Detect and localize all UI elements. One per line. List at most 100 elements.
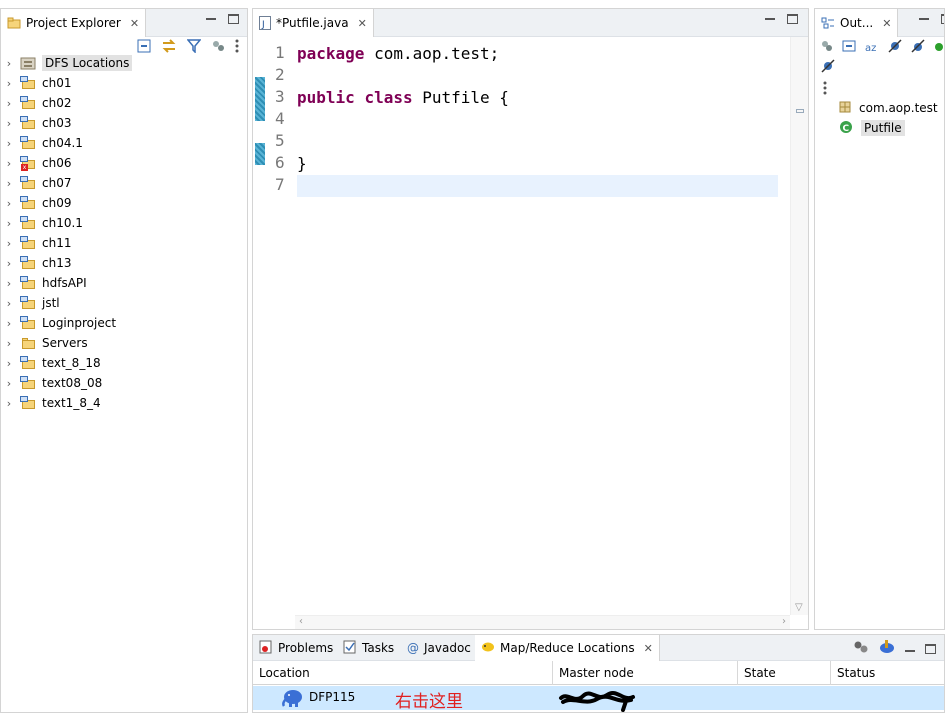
expand-chevron-icon[interactable]: › [4,317,14,330]
maximize-icon[interactable] [228,14,239,24]
column-master-node[interactable]: Master node [553,661,738,685]
expand-chevron-icon[interactable]: › [4,357,14,370]
expand-chevron-icon[interactable]: › [4,237,14,250]
maximize-icon[interactable] [941,14,944,24]
minimize-icon[interactable] [206,10,216,20]
sort-icon[interactable]: az [865,39,879,56]
tree-item[interactable]: › text08_08 [1,373,247,393]
tab-label: Javadoc [424,641,471,655]
scroll-right-icon[interactable]: › [782,616,786,627]
code-line[interactable]: package com.aop.test; [297,43,778,65]
expand-chevron-icon[interactable]: › [4,77,14,90]
explorer-window-buttons [206,14,239,24]
expand-chevron-icon[interactable]: › [4,257,14,270]
minimize-icon[interactable] [919,10,929,20]
tree-item[interactable]: › Loginproject [1,313,247,333]
tree-item[interactable]: › ch10.1 [1,213,247,233]
maximize-icon[interactable] [925,643,936,654]
collapse-all-icon[interactable] [842,40,856,55]
column-location[interactable]: Location [253,661,553,685]
close-icon[interactable]: ✕ [130,17,139,30]
expand-chevron-icon[interactable]: › [4,97,14,110]
tab-problems[interactable]: Problems [253,635,339,661]
locations-table-header: Location Master node State Status [253,661,944,685]
expand-chevron-icon[interactable]: › [4,217,14,230]
expand-chevron-icon[interactable]: › [4,377,14,390]
hide-non-public-icon[interactable] [821,59,835,76]
expand-chevron-icon[interactable]: › [4,57,14,70]
close-icon[interactable]: ✕ [358,17,367,30]
explorer-tabbar: Project Explorer ✕ [1,9,247,37]
code-line[interactable] [297,65,778,87]
close-icon[interactable]: ✕ [882,17,891,30]
expand-chevron-icon[interactable]: › [4,157,14,170]
tree-item[interactable]: › ch11 [1,233,247,253]
tree-item[interactable]: › DFS Locations [1,53,247,73]
new-location-icon[interactable] [853,640,869,657]
column-status[interactable]: Status [831,661,944,685]
view-menu-icon[interactable] [823,81,827,98]
java-editor: J *Putfile.java ✕ 1 2 3 4 5 6 7 package com.ao… [252,8,809,630]
expand-chevron-icon[interactable]: › [4,277,14,290]
expand-chevron-icon[interactable]: › [4,117,14,130]
minimize-icon[interactable] [765,10,775,20]
code-line[interactable] [297,131,778,153]
tree-item[interactable]: › jstl [1,293,247,313]
scroll-down-icon[interactable]: ▽ [795,602,803,613]
code-line[interactable]: } [297,153,778,175]
tree-item[interactable]: › ch13 [1,253,247,273]
outline-item-class[interactable]: C Putfile [839,118,905,138]
hadoop-elephant-icon [281,689,303,710]
public-members-icon[interactable] [934,41,944,55]
project-icon [20,136,36,150]
tree-item[interactable]: › ch07 [1,173,247,193]
tab-tasks[interactable]: Tasks [337,635,400,661]
tree-item[interactable]: › ch02 [1,93,247,113]
scroll-left-icon[interactable]: ‹ [299,616,303,627]
project-icon [20,276,36,290]
tree-item[interactable]: › ch04.1 [1,133,247,153]
tab-putfile-java[interactable]: J *Putfile.java ✕ [253,9,374,37]
tab-project-explorer[interactable]: Project Explorer ✕ [1,9,147,37]
maximize-icon[interactable] [787,14,798,24]
minimize-icon[interactable] [905,642,915,652]
tab-javadoc[interactable]: @ Javadoc [401,635,477,661]
horizontal-scrollbar[interactable]: ‹ › [295,615,790,629]
code-line[interactable] [297,175,778,197]
tree-item[interactable]: › ch09 [1,193,247,213]
expand-chevron-icon[interactable]: › [4,337,14,350]
expand-chevron-icon[interactable]: › [4,137,14,150]
vertical-scrollbar[interactable]: ▽ [790,37,808,615]
tree-item[interactable]: › ch01 [1,73,247,93]
outline-item-package[interactable]: com.aop.test [839,98,938,118]
expand-chevron-icon[interactable]: › [4,177,14,190]
tree-item[interactable]: › hdfsAPI [1,273,247,293]
tree-item[interactable]: › text_8_18 [1,353,247,373]
tab-label: Map/Reduce Locations [500,641,635,655]
table-row[interactable]: DFP115 右击这里 [253,686,944,712]
tree-item[interactable]: › ch03 [1,113,247,133]
tab-outline[interactable]: Out... ✕ [815,9,899,37]
code-line[interactable]: public class Putfile { [297,87,778,109]
hide-static-icon[interactable] [911,39,925,56]
expand-chevron-icon[interactable]: › [4,397,14,410]
tree-item[interactable]: › Servers [1,333,247,353]
code-area[interactable]: package com.aop.test; public class Putfil… [297,37,778,615]
javadoc-icon: @ [407,641,419,655]
tree-item[interactable]: › text1_8_4 [1,393,247,413]
expand-chevron-icon[interactable]: › [4,297,14,310]
hide-fields-icon[interactable] [888,39,902,56]
tree-item-label: Servers [42,336,88,350]
column-state[interactable]: State [738,661,831,685]
tree-item[interactable]: › x ch06 [1,153,247,173]
tab-map-reduce-locations[interactable]: Map/Reduce Locations ✕ [475,635,660,661]
close-icon[interactable]: ✕ [644,642,653,655]
tree-item-label: ch07 [42,176,72,190]
focus-icon[interactable] [821,40,833,55]
code-line[interactable] [297,109,778,131]
edit-location-icon[interactable] [879,640,895,657]
redacted-scribble [557,690,637,712]
expand-chevron-icon[interactable]: › [4,197,14,210]
project-icon [20,296,36,310]
outline-item-label: com.aop.test [859,101,938,115]
